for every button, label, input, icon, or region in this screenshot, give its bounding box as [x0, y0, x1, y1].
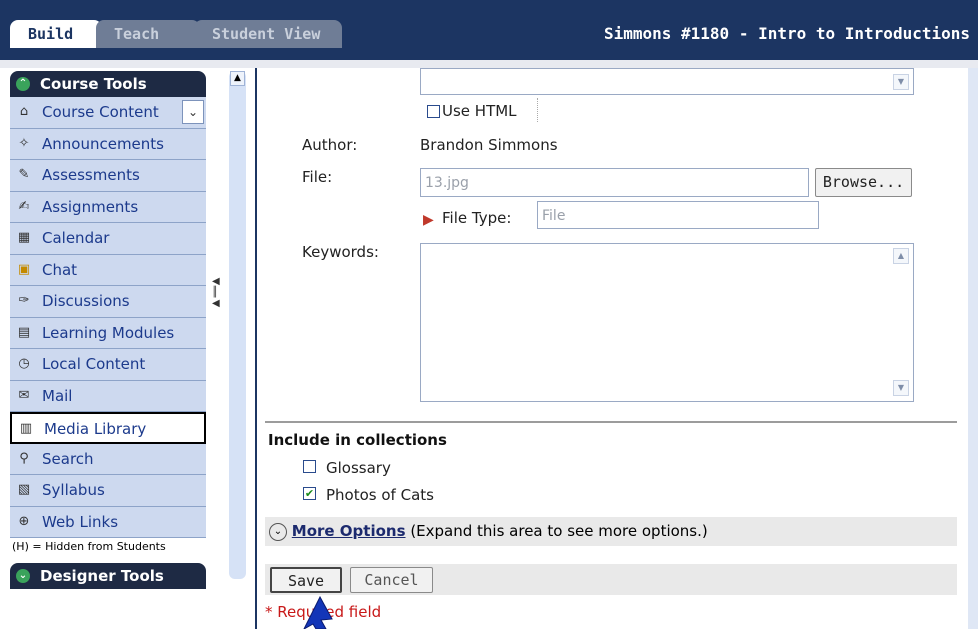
photos-of-cats-checkbox[interactable]: ✔ [303, 487, 316, 500]
top-bar: Build Teach Student View Simmons #1180 -… [0, 0, 978, 60]
sidebar-item-label: Course Content [42, 103, 159, 121]
author-value: Brandon Simmons [420, 136, 558, 154]
sidebar-item-label: Media Library [44, 420, 147, 438]
syllabus-icon: ▧ [17, 482, 31, 497]
author-label: Author: [302, 136, 358, 154]
sidebar-item-mail[interactable]: ✉ Mail [10, 380, 206, 412]
collapse-sidebar-handle[interactable]: ◀ ║ ◀ [212, 276, 224, 336]
keywords-textarea[interactable] [420, 243, 914, 402]
sidebar-item-label: Web Links [42, 512, 119, 531]
use-html-label: Use HTML [442, 102, 517, 120]
designer-tools-header[interactable]: ⌄ Designer Tools [10, 563, 206, 589]
chat-icon: ▣ [17, 261, 31, 277]
tab-student-view[interactable]: Student View [194, 20, 342, 48]
glossary-checkbox[interactable] [303, 460, 316, 473]
course-tools-header[interactable]: ⌃ Course Tools [10, 71, 206, 97]
designer-tools-label: Designer Tools [40, 567, 164, 585]
sidebar-item-label: Local Content [42, 355, 146, 373]
pin-icon: ✑ [18, 293, 30, 308]
sidebar-item-assignments[interactable]: ✍ Assignments [10, 191, 206, 223]
sidebar-item-media-library[interactable]: ▥ Media Library [10, 412, 206, 444]
glossary-label: Glossary [326, 459, 391, 477]
chevron-down-icon[interactable]: ⌄ [182, 100, 204, 124]
sidebar-item-label: Discussions [42, 292, 130, 310]
keywords-label: Keywords: [302, 243, 379, 261]
scroll-down-icon[interactable]: ▼ [893, 380, 909, 396]
sidebar-item-course-content[interactable]: ⌂ Course Content ⌄ [10, 97, 206, 129]
sidebar-item-label: Chat [42, 260, 78, 279]
file-type-label: File Type: [442, 209, 512, 227]
globe-icon: ⊕ [18, 513, 30, 529]
sidebar-item-chat[interactable]: ▣ Chat [10, 254, 206, 286]
toolbar-strip [0, 60, 978, 68]
file-label: File: [302, 168, 333, 186]
sidebar: ⌃ Course Tools ⌂ Course Content ⌄ ✧ Anno… [10, 71, 206, 589]
assignment-icon: ✍ [18, 198, 30, 214]
tab-teach[interactable]: Teach [96, 20, 200, 48]
scroll-up-icon[interactable]: ▲ [230, 71, 245, 86]
hidden-note: (H) = Hidden from Students [10, 538, 206, 557]
description-textarea[interactable] [420, 68, 914, 95]
use-html-checkbox[interactable] [427, 105, 440, 118]
module-icon: ▤ [17, 324, 31, 340]
sidebar-item-label: Search [42, 449, 94, 468]
save-button[interactable]: Save [270, 567, 342, 593]
sidebar-item-assessments[interactable]: ✎ Assessments [10, 160, 206, 192]
more-options-hint: (Expand this area to see more options.) [410, 522, 708, 540]
more-options-bar: ⌄ More Options (Expand this area to see … [265, 517, 957, 546]
expand-icon[interactable]: ⌄ [269, 522, 287, 541]
file-input[interactable]: 13.jpg [420, 168, 809, 197]
sidebar-item-label: Mail [42, 386, 73, 405]
megaphone-icon: ✧ [18, 135, 30, 151]
sidebar-item-syllabus[interactable]: ▧ Syllabus [10, 475, 206, 507]
house-icon: ⌂ [19, 104, 29, 119]
pointer-arrow-icon [303, 595, 333, 629]
sidebar-item-calendar[interactable]: ▦ Calendar [10, 223, 206, 255]
sidebar-item-learning-modules[interactable]: ▤ Learning Modules [10, 317, 206, 349]
scroll-up-icon[interactable]: ▲ [893, 248, 909, 264]
more-options-link[interactable]: More Options [292, 522, 406, 540]
collapse-icon[interactable]: ⌃ [16, 77, 30, 91]
assessment-icon: ✎ [18, 167, 30, 182]
mail-icon: ✉ [18, 387, 30, 403]
expand-icon[interactable]: ⌄ [16, 569, 30, 583]
sidebar-item-label: Calendar [42, 229, 110, 247]
sidebar-item-discussions[interactable]: ✑ Discussions [10, 286, 206, 318]
course-tools-label: Course Tools [40, 75, 147, 93]
sidebar-item-search[interactable]: ⚲ Search [10, 443, 206, 475]
sidebar-item-label: Announcements [42, 134, 164, 153]
collections-heading: Include in collections [268, 431, 447, 449]
file-type-input[interactable]: File [537, 201, 819, 229]
sidebar-item-local-content[interactable]: ◷ Local Content [10, 349, 206, 381]
course-title: Simmons #1180 - Intro to Introductions [603, 24, 970, 43]
divider [537, 98, 538, 122]
file-type-icon: ▶ [423, 212, 434, 228]
sidebar-scrollbar[interactable]: ▲ [229, 71, 246, 579]
sidebar-item-announcements[interactable]: ✧ Announcements [10, 128, 206, 160]
scroll-down-icon[interactable]: ▼ [893, 74, 909, 90]
sidebar-item-label: Assignments [42, 197, 139, 216]
main-scrollbar[interactable] [968, 68, 978, 629]
clock-icon: ◷ [18, 356, 30, 371]
sidebar-item-label: Learning Modules [42, 323, 175, 342]
search-icon: ⚲ [19, 450, 29, 466]
calendar-icon: ▦ [17, 230, 31, 245]
sidebar-item-label: Assessments [42, 166, 140, 184]
sidebar-item-label: Syllabus [42, 481, 105, 499]
browse-button[interactable]: Browse... [815, 168, 912, 197]
sidebar-item-web-links[interactable]: ⊕ Web Links [10, 506, 206, 538]
cancel-button[interactable]: Cancel [350, 567, 433, 593]
media-icon: ▥ [19, 421, 33, 436]
photos-of-cats-label: Photos of Cats [326, 486, 434, 504]
tab-build[interactable]: Build [10, 20, 102, 48]
section-divider [265, 421, 957, 423]
